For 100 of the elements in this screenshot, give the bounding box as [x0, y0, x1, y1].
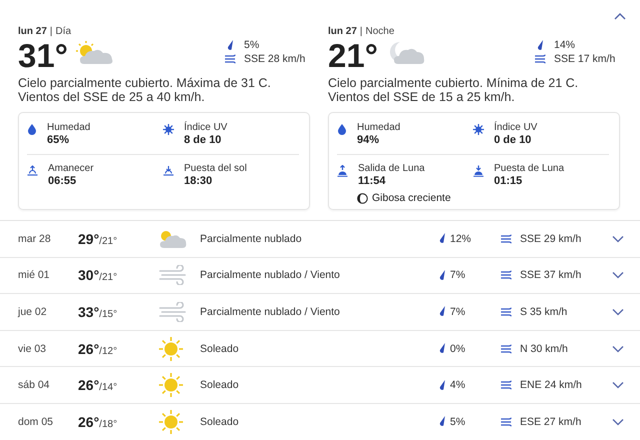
low-temperature: /21° — [99, 236, 118, 247]
wind-speed: SSE 29 km/h — [520, 232, 582, 245]
precipitation-chance: 14% — [554, 39, 576, 51]
forecast-description: Cielo parcialmente cubierto. Mínima de 21 C. Vientos del SSE de 15 a 25 km/h. — [328, 76, 580, 104]
detail-label: Índice UV — [494, 122, 538, 133]
precipitation-chance: 5% — [244, 39, 260, 51]
wind-icon — [500, 234, 512, 244]
day-label: dom 05 — [18, 416, 54, 428]
raindrop-icon — [438, 343, 446, 354]
wind-icon — [500, 306, 512, 317]
day-label: mar 28 — [18, 232, 52, 245]
sun-icon — [163, 124, 174, 135]
detail-value: 06:55 — [48, 175, 78, 187]
detail-label: Puesta del sol — [184, 163, 247, 174]
detail-value: 18:30 — [184, 175, 214, 187]
temperature: 31° — [18, 38, 68, 74]
high-temperature: 26° — [78, 377, 100, 394]
high-temperature: 33° — [78, 304, 100, 320]
low-temperature: /18° — [99, 418, 118, 430]
wind-icon — [500, 270, 512, 280]
day-label: mié 01 — [18, 269, 51, 282]
wind-speed: SSE 28 km/h — [244, 53, 306, 65]
precipitation-chance: 7% — [450, 269, 466, 282]
chevron-icon — [612, 418, 624, 426]
wind-icon — [500, 344, 512, 354]
high-temperature: 26° — [78, 340, 100, 357]
high-temperature: 29° — [78, 230, 100, 247]
detail-label: Humedad — [357, 122, 400, 133]
chevron-icon — [612, 344, 624, 353]
detail-label: Humedad — [47, 122, 90, 133]
moon-phase-icon — [357, 192, 368, 204]
period-name: Día — [56, 26, 72, 37]
wind-icon — [534, 54, 546, 64]
wind-speed: ENE 24 km/h — [520, 379, 582, 392]
moonrise-icon — [337, 165, 348, 177]
sunrise-icon — [27, 165, 38, 176]
detail-label: Amanecer — [48, 163, 94, 174]
condition-text: Parcialmente nublado — [200, 232, 303, 245]
period-date: lun 27 — [328, 26, 357, 37]
wind-speed: SSE 37 km/h — [520, 269, 582, 282]
detail-value: 11:54 — [358, 175, 387, 187]
precipitation-chance: 12% — [450, 232, 472, 245]
sun-icon — [158, 408, 184, 435]
chevron-icon — [612, 271, 624, 280]
precipitation-chance: 5% — [450, 416, 466, 428]
day-label: jue 02 — [18, 306, 48, 318]
wind-icon — [224, 54, 236, 64]
sun-icon — [473, 124, 484, 135]
detail-label: Puesta de Luna — [494, 163, 564, 174]
sunset-icon — [163, 165, 174, 176]
moonset-icon — [473, 165, 484, 177]
condition-text: Soleado — [200, 342, 240, 355]
condition-text: Parcialmente nublado / Viento — [200, 269, 341, 282]
sun-cloud-icon — [158, 228, 188, 249]
condition-text: Soleado — [200, 379, 240, 392]
precipitation-chance: 0% — [450, 342, 466, 355]
raindrop-icon — [438, 416, 446, 428]
chevron-icon — [612, 234, 624, 243]
moon-phase: Gibosa creciente — [372, 192, 451, 204]
chevron-icon — [612, 381, 624, 390]
period-name: Noche — [366, 26, 394, 37]
detail-value: 65% — [47, 134, 70, 146]
detail-value: 01:15 — [494, 175, 524, 187]
sun-icon — [158, 372, 184, 398]
raindrop-icon — [438, 306, 446, 318]
condition-text: Soleado — [200, 416, 240, 428]
period-date: lun 27 — [18, 26, 47, 37]
temperature: 21° — [328, 38, 378, 74]
chevron-icon — [614, 12, 626, 20]
day-label: sáb 04 — [18, 379, 51, 392]
wind-speed: S 35 km/h — [520, 306, 568, 318]
condition-text: Parcialmente nublado / Viento — [200, 306, 341, 318]
wind-gust-icon — [158, 302, 188, 322]
raindrop-icon — [438, 380, 446, 391]
separator: | — [50, 26, 53, 37]
detail-label: Salida de Luna — [358, 163, 425, 174]
day-label: vie 03 — [18, 342, 48, 355]
sun-icon — [158, 336, 184, 362]
forecast-description: Cielo parcialmente cubierto. Máxima de 31 C. Vientos del SSE de 25 a 40 km/h. — [18, 76, 272, 104]
low-temperature: /15° — [99, 308, 118, 320]
high-temperature: 26° — [78, 414, 100, 430]
low-temperature: /12° — [99, 346, 118, 357]
low-temperature: /14° — [99, 382, 118, 394]
detail-value: 94% — [357, 134, 380, 146]
precipitation-chance: 7% — [450, 306, 466, 318]
detail-value: 0 de 10 — [494, 134, 532, 146]
detail-value: 8 de 10 — [184, 134, 222, 146]
wind-speed: ESE 27 km/h — [520, 416, 582, 428]
high-temperature: 30° — [78, 267, 100, 284]
separator: | — [360, 26, 363, 37]
raindrop-icon — [438, 270, 446, 281]
wind-icon — [500, 380, 512, 390]
wind-speed: SSE 17 km/h — [554, 53, 616, 65]
wind-speed: N 30 km/h — [520, 342, 568, 355]
wind-gust-icon — [158, 265, 188, 286]
water-drop-icon — [337, 124, 347, 135]
water-drop-icon — [27, 124, 37, 135]
wind-icon — [500, 416, 512, 427]
chevron-icon — [612, 308, 624, 316]
raindrop-icon — [438, 233, 446, 244]
